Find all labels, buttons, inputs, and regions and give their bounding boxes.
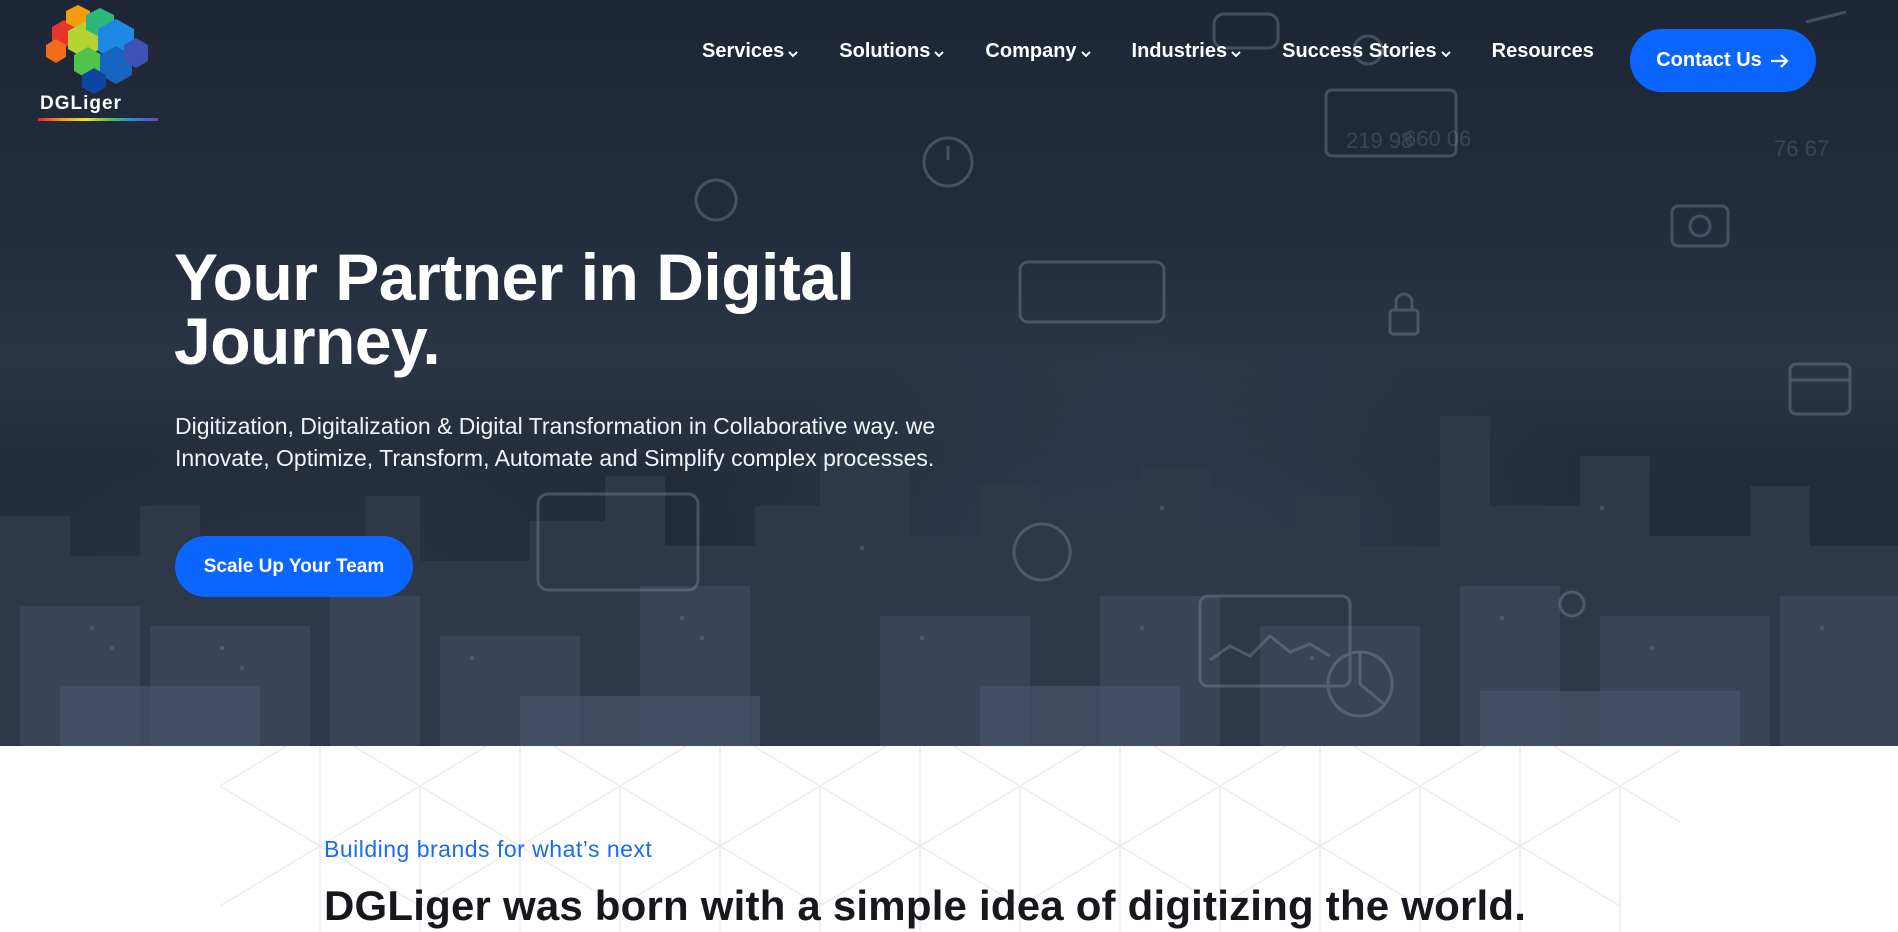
nav-item-label: Solutions — [839, 40, 931, 62]
chevron-down-icon — [1231, 50, 1241, 57]
svg-text:76 67: 76 67 — [1774, 136, 1829, 161]
hero-title: Your Partner in Digital Journey. — [174, 240, 855, 378]
nav-item-solutions[interactable]: Solutions — [839, 40, 945, 63]
scale-up-team-button[interactable]: Scale Up Your Team — [175, 536, 413, 597]
logo-mark-icon — [46, 5, 148, 94]
contact-us-label: Contact Us — [1656, 49, 1762, 71]
nav-item-label: Resources — [1491, 40, 1594, 62]
nav-item-label: Success Stories — [1282, 40, 1437, 62]
logo-text: DGLiger — [40, 93, 122, 114]
svg-text:660 06: 660 06 — [1404, 126, 1471, 151]
logo-color-bar — [38, 118, 158, 121]
nav-item-services[interactable]: Services — [702, 40, 799, 63]
nav-item-resources[interactable]: Resources — [1492, 40, 1594, 63]
scale-up-team-label: Scale Up Your Team — [203, 555, 385, 577]
nav-item-label: Company — [985, 40, 1077, 62]
chevron-down-icon — [934, 50, 945, 57]
section-title: DGLiger was born with a simple idea of d… — [324, 882, 1527, 929]
hero-subtitle: Digitization, Digitalization & Digital T… — [175, 413, 936, 471]
section-eyebrow: Building brands for what’s next — [324, 836, 653, 862]
nav-item-industries[interactable]: Industries — [1132, 40, 1243, 63]
nav-item-company[interactable]: Company — [985, 40, 1091, 63]
nav-item-label: Industries — [1131, 40, 1228, 62]
nav-item-label: Services — [702, 40, 785, 62]
contact-us-button[interactable]: Contact Us — [1630, 29, 1816, 92]
chevron-down-icon — [1080, 50, 1091, 57]
chevron-down-icon — [788, 50, 799, 57]
arrow-right-icon — [1770, 53, 1789, 68]
nav-item-success-stories[interactable]: Success Stories — [1282, 40, 1452, 63]
hero-section: 219 98 660 06 76 67 DGLiger Services Sol — [0, 0, 1898, 746]
dgliger-logo[interactable]: DGLiger — [38, 5, 160, 123]
main-navigation: Services Solutions Company Industries Su… — [702, 40, 1594, 63]
about-section: Building brands for what’s next DGLiger … — [0, 746, 1898, 932]
chevron-down-icon — [1440, 50, 1451, 57]
